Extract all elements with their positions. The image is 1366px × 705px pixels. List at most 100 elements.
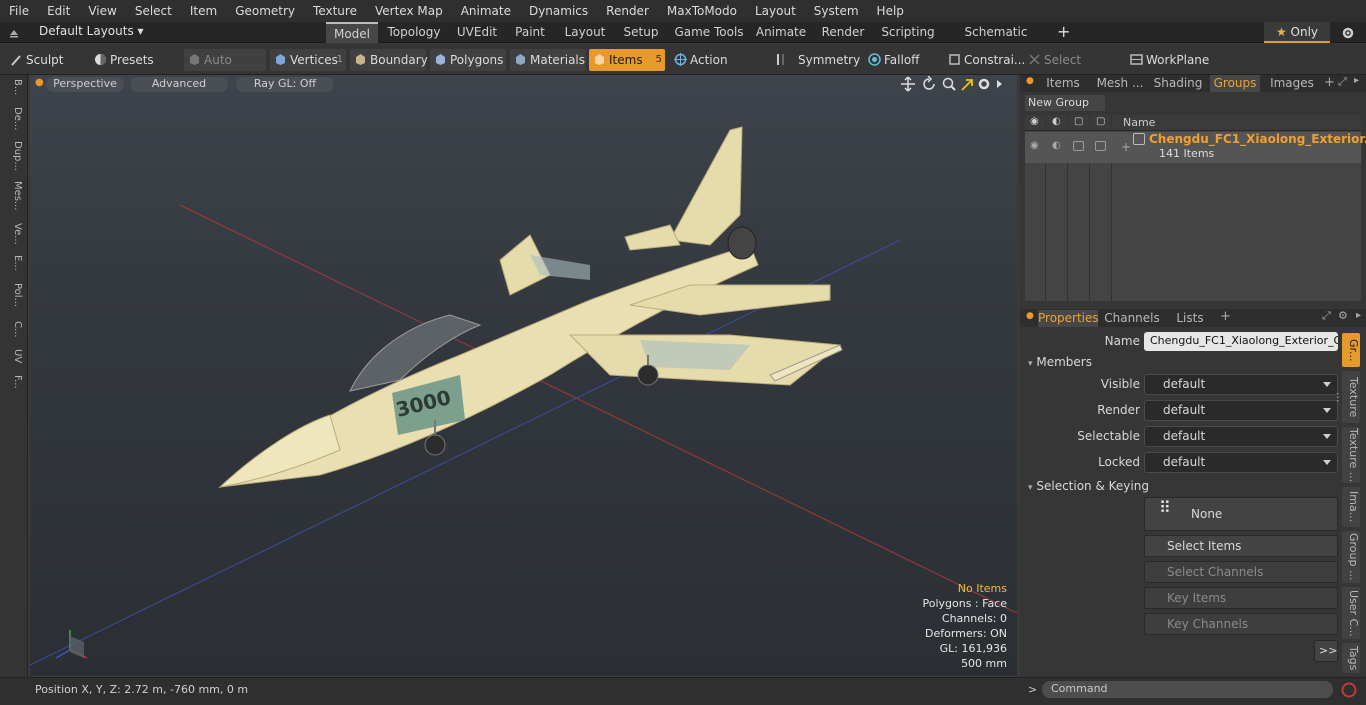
tab-schematic-fusion[interactable]: Schematic Fusion — [946, 22, 1046, 59]
menu-layout[interactable]: Layout — [746, 0, 805, 22]
tab-groups[interactable]: Groups — [1210, 75, 1260, 92]
materials-button[interactable]: Materials — [510, 49, 586, 71]
constraints-button[interactable]: Constrai... — [944, 49, 1025, 71]
only-toggle[interactable]: ★ Only — [1264, 22, 1330, 43]
menu-help[interactable]: Help — [868, 0, 913, 22]
side-tab-tags[interactable]: Tags — [1342, 643, 1360, 673]
panel-arrow-icon[interactable]: ▸ — [1354, 75, 1359, 86]
workplane-button[interactable]: WorkPlane — [1126, 49, 1210, 71]
tab-uvedit[interactable]: UVEdit — [450, 22, 504, 43]
select-channels-button[interactable]: Select Channels — [1144, 561, 1338, 583]
command-input[interactable]: Command — [1042, 681, 1333, 698]
visible-dropdown[interactable]: default — [1144, 374, 1338, 395]
menu-dynamics[interactable]: Dynamics — [520, 0, 597, 22]
left-tab-polygon[interactable]: Pol... — [3, 283, 23, 307]
side-tab-texture-1[interactable]: Texture ... — [1334, 371, 1360, 423]
properties-menu-icon[interactable]: ● — [1026, 311, 1034, 321]
properties-expand-icon[interactable]: ⤢ — [1322, 309, 1331, 323]
tab-animate[interactable]: Animate — [752, 22, 810, 43]
tab-properties[interactable]: Properties — [1038, 310, 1099, 327]
auto-select-button[interactable]: Auto Select — [184, 49, 266, 89]
tab-paint[interactable]: Paint — [508, 22, 552, 43]
tab-images[interactable]: Images — [1264, 75, 1320, 92]
side-tab-user-channels[interactable]: User C... — [1342, 587, 1360, 639]
vertices-button[interactable]: Vertices 1 — [270, 49, 346, 71]
tab-scripting[interactable]: Scripting — [876, 22, 940, 43]
menu-render[interactable]: Render — [597, 0, 658, 22]
tab-channels[interactable]: Channels — [1104, 310, 1160, 327]
falloff-button[interactable]: Falloff — [864, 49, 940, 71]
key-items-button[interactable]: Key Items — [1144, 587, 1338, 609]
key-channels-button[interactable]: Key Channels — [1144, 613, 1338, 635]
record-icon[interactable] — [1340, 681, 1358, 699]
panel-menu-icon[interactable]: ● — [1026, 76, 1034, 86]
tab-topology[interactable]: Topology — [382, 22, 446, 43]
left-tab-curve[interactable]: C... — [3, 321, 23, 338]
add-tab-icon[interactable]: + — [1057, 22, 1070, 42]
properties-gear-icon[interactable]: ⚙ — [1338, 309, 1348, 322]
new-group-button[interactable]: New Group — [1025, 95, 1105, 111]
menu-maxtomodo[interactable]: MaxToModo — [658, 0, 746, 22]
eye-icon[interactable]: ◉ — [1030, 116, 1039, 127]
more-button[interactable]: >> — [1314, 640, 1338, 662]
menu-select[interactable]: Select — [126, 0, 181, 22]
menu-edit[interactable]: Edit — [38, 0, 79, 22]
menu-texture[interactable]: Texture — [304, 0, 366, 22]
left-tab-basic[interactable]: B... — [3, 79, 23, 95]
left-tab-mesh-edit[interactable]: Mes... — [3, 181, 23, 211]
layout-collapse-icon[interactable] — [8, 27, 20, 39]
tab-mesh[interactable]: Mesh ... — [1092, 75, 1148, 92]
add-panel-tab-icon[interactable]: + — [1324, 75, 1335, 90]
add-properties-tab-icon[interactable]: + — [1220, 309, 1231, 324]
action-center-button[interactable]: Action Center — [670, 49, 766, 89]
none-button[interactable]: ⠿ None — [1144, 497, 1338, 531]
left-tab-duplicate[interactable]: Dup... — [3, 141, 23, 171]
3d-viewport[interactable]: ● Perspective Advanced Ray GL: Off 3000 … — [30, 75, 1017, 676]
menu-item[interactable]: Item — [181, 0, 226, 22]
lock-icon[interactable]: ▢ — [1074, 116, 1083, 127]
tab-items[interactable]: Items — [1038, 75, 1088, 92]
tab-setup[interactable]: Setup — [616, 22, 666, 43]
left-tab-uv[interactable]: UV — [3, 349, 23, 363]
items-button[interactable]: Items 5 — [589, 49, 665, 71]
polygons-button[interactable]: Polygons — [430, 49, 506, 71]
gear-icon[interactable] — [1341, 26, 1355, 40]
tab-render[interactable]: Render — [816, 22, 870, 43]
menu-view[interactable]: View — [79, 0, 125, 22]
presets-button[interactable]: Presets — [90, 49, 174, 71]
boundary-button[interactable]: Boundary — [350, 49, 428, 71]
side-tab-texture-2[interactable]: Texture ... — [1342, 427, 1360, 483]
selection-keying-section-header[interactable]: ▾ Selection & Keying — [1028, 479, 1149, 493]
select-items-button[interactable]: Select Items — [1144, 535, 1338, 557]
group-row[interactable]: ◉ ◐ + Chengdu_FC1_Xiaolong_Exterior... 1… — [1025, 132, 1366, 163]
left-tab-edge[interactable]: E... — [3, 255, 23, 271]
render-icon[interactable]: ◐ — [1052, 116, 1061, 127]
properties-arrow-icon[interactable]: ▸ — [1356, 310, 1361, 321]
sculpt-button[interactable]: Sculpt — [6, 49, 86, 71]
row-lock-checkbox[interactable] — [1073, 141, 1084, 151]
tab-game-tools[interactable]: Game Tools — [672, 22, 746, 43]
render-dropdown[interactable]: default — [1144, 400, 1338, 421]
expand-panel-icon[interactable]: ⤢ — [1338, 75, 1347, 89]
row-render-icon[interactable]: ◐ — [1052, 140, 1061, 151]
group-name-input[interactable]: Chengdu_FC1_Xiaolong_Exterior_Onl — [1144, 332, 1338, 351]
menu-system[interactable]: System — [805, 0, 868, 22]
expand-icon[interactable]: + — [1121, 140, 1131, 154]
left-tab-vertex[interactable]: Ve... — [3, 223, 23, 245]
side-tab-group[interactable]: Gr... — [1342, 333, 1360, 367]
menu-file[interactable]: File — [0, 0, 38, 22]
members-section-header[interactable]: ▾ Members — [1028, 355, 1092, 369]
layout-preset-dropdown[interactable]: Default Layouts ▾ — [39, 24, 144, 38]
row-eye-icon[interactable]: ◉ — [1030, 140, 1039, 151]
select-through-button[interactable]: Select Through — [1024, 49, 1122, 89]
side-tab-image[interactable]: Ima... — [1342, 487, 1360, 527]
row-select-checkbox[interactable] — [1095, 141, 1106, 151]
tab-shading[interactable]: Shading — [1152, 75, 1204, 92]
tab-layout[interactable]: Layout — [558, 22, 612, 43]
tab-model[interactable]: Model — [326, 22, 378, 43]
menu-animate[interactable]: Animate — [452, 0, 520, 22]
selectable-dropdown[interactable]: default — [1144, 426, 1338, 447]
symmetry-button[interactable]: Symmetry — [770, 49, 860, 71]
tab-lists[interactable]: Lists — [1166, 310, 1214, 327]
left-tab-deform[interactable]: De... — [3, 107, 23, 130]
